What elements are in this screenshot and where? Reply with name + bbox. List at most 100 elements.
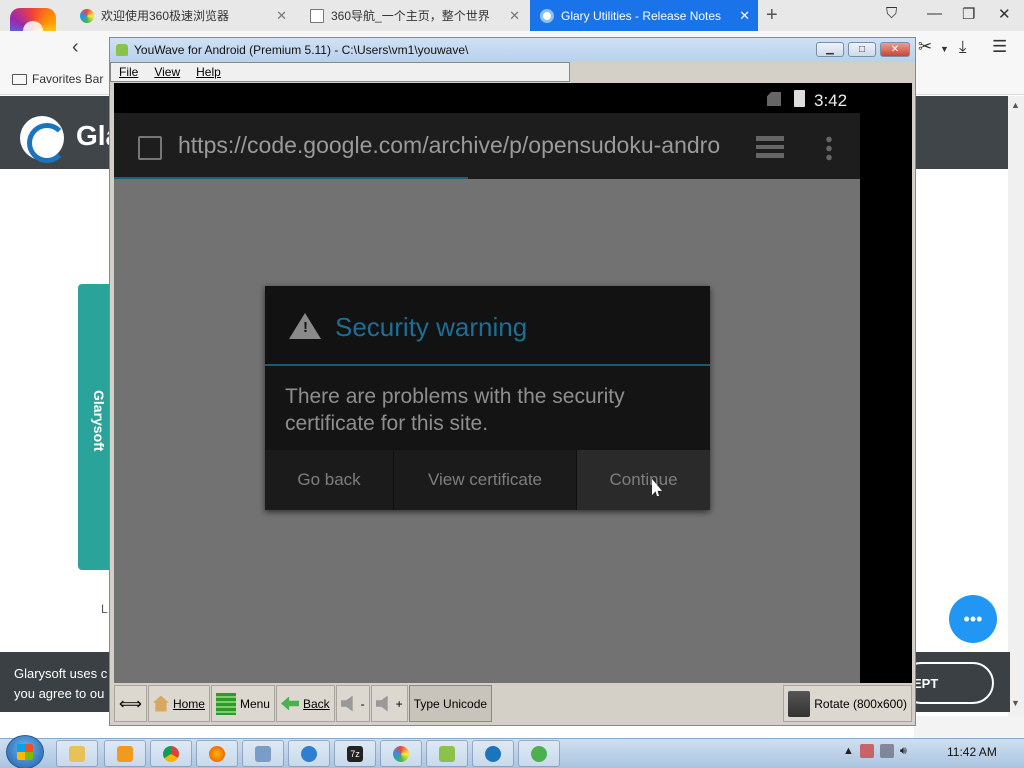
menu-button[interactable]: Menu: [210, 685, 275, 722]
go-back-button[interactable]: Go back: [265, 450, 394, 510]
taskbar-glary[interactable]: [288, 740, 330, 767]
rotate-button[interactable]: Rotate (800x600): [783, 685, 912, 722]
rotate-device-icon: [788, 690, 811, 717]
overflow-menu-icon[interactable]: [826, 135, 832, 161]
7zip-icon: 7z: [347, 745, 363, 762]
page-icon: [310, 8, 324, 23]
browser-tab-title: Glary Utilities - Release Notes: [561, 8, 722, 23]
home-label: Home: [172, 696, 205, 711]
browser-status-bar: [914, 716, 1024, 738]
new-tab-icon[interactable]: +: [766, 4, 778, 27]
close-window-icon[interactable]: ✕: [998, 5, 1011, 23]
volume-down-button[interactable]: -: [335, 685, 370, 722]
close-icon[interactable]: ✕: [509, 8, 520, 24]
360-browser-icon: [393, 745, 409, 762]
tabs-icon[interactable]: [756, 136, 784, 158]
browser-tab-360-nav[interactable]: 360导航_一个主页，整个世界 ✕: [300, 0, 528, 31]
back-label: Back: [302, 696, 330, 711]
security-warning-dialog: ! Security warning There are problems wi…: [265, 286, 710, 510]
taskbar-7zip[interactable]: 7z: [334, 740, 376, 767]
favorites-bar-label: Favorites Bar: [32, 72, 104, 86]
taskbar-360-browser[interactable]: [380, 740, 422, 767]
browser-tab-welcome[interactable]: 欢迎使用360极速浏览器 ✕: [70, 0, 295, 31]
youwave-titlebar[interactable]: YouWave for Android (Premium 5.11) - C:\…: [110, 38, 915, 62]
back-arrow-icon[interactable]: ‹: [72, 36, 79, 59]
taskbar-network[interactable]: [242, 740, 284, 767]
folder-icon: [69, 745, 85, 762]
youwave-toolbar: ⟺ Home Menu Back - + Type Unicode Rotate…: [114, 684, 913, 723]
fit-screen-button[interactable]: ⟺: [114, 685, 147, 722]
windows-logo-icon: [17, 744, 33, 760]
home-button[interactable]: Home: [147, 685, 210, 722]
view-certificate-button[interactable]: View certificate: [394, 450, 577, 510]
menu-help[interactable]: Help: [188, 65, 229, 79]
favorites-bar-folder[interactable]: Favorites Bar: [12, 72, 103, 86]
android-status-bar: [114, 83, 912, 113]
url-field[interactable]: https://code.google.com/archive/p/opensu…: [178, 132, 733, 159]
dialog-button-row: Go back View certificate Continue: [265, 450, 710, 510]
taskbar-firefox[interactable]: [196, 740, 238, 767]
page-security-icon[interactable]: [138, 136, 162, 160]
page-scrollbar[interactable]: [1008, 96, 1024, 716]
screen-margin: [860, 113, 912, 683]
minimize-button[interactable]: ▁: [816, 42, 844, 57]
android-screen[interactable]: 3:42 https://code.google.com/archive/p/o…: [114, 83, 912, 683]
menu-view[interactable]: View: [146, 65, 188, 79]
network-tray-icon[interactable]: [879, 744, 894, 758]
maximize-button[interactable]: □: [848, 42, 876, 57]
horizontal-arrows-icon: ⟺: [119, 695, 142, 713]
volume-up-button[interactable]: +: [370, 685, 408, 722]
rotate-label: Rotate (800x600): [814, 696, 907, 711]
close-icon[interactable]: ✕: [739, 8, 750, 24]
media-player-icon: [117, 745, 133, 762]
browser-favicon-icon: [80, 8, 94, 23]
browser-extension-icon[interactable]: ⛉: [886, 5, 897, 22]
menu-label: Menu: [239, 696, 270, 711]
network-icon: [255, 745, 271, 762]
taskbar-youwave[interactable]: [426, 740, 468, 767]
volume-down-label: -: [360, 696, 365, 711]
play-icon: [531, 745, 547, 762]
restore-icon[interactable]: ❐: [962, 5, 975, 23]
hamburger-menu-icon[interactable]: ☰: [992, 37, 1007, 57]
close-button[interactable]: ✕: [880, 42, 910, 57]
youwave-menubar: File View Help: [110, 62, 570, 82]
show-hidden-icons-icon[interactable]: ▲: [843, 745, 854, 757]
warning-exclamation: !: [303, 319, 308, 336]
browser-tab-glary-release-notes[interactable]: Glary Utilities - Release Notes ✕: [530, 0, 758, 31]
taskbar-chrome[interactable]: [150, 740, 192, 767]
taskbar-glary-2[interactable]: [472, 740, 514, 767]
taskbar-player[interactable]: [518, 740, 560, 767]
taskbar-clock[interactable]: 11:42 AM: [947, 745, 997, 759]
scroll-down-icon[interactable]: ▼: [1011, 698, 1020, 708]
cookie-consent-text: Glarysoft uses c you agree to ou: [14, 664, 114, 704]
download-icon[interactable]: ⤓: [959, 37, 967, 57]
type-unicode-label: Type Unicode: [413, 696, 488, 711]
scissors-icon[interactable]: ✂: [918, 37, 932, 57]
volume-icon: [340, 695, 353, 712]
accept-cookies-label: EPT: [913, 676, 939, 691]
back-button[interactable]: Back: [275, 685, 335, 722]
continue-button[interactable]: Continue: [577, 450, 710, 510]
taskbar-explorer[interactable]: [56, 740, 98, 767]
cookie-text-line: Glarysoft uses c: [14, 666, 108, 681]
volume-up-label: +: [395, 696, 403, 711]
glary-logo-icon[interactable]: [20, 116, 67, 163]
chat-support-icon[interactable]: •••: [949, 595, 997, 643]
browser-tab-title: 欢迎使用360极速浏览器: [101, 9, 230, 23]
close-icon[interactable]: ✕: [276, 8, 287, 24]
volume-tray-icon[interactable]: 🔊︎: [900, 745, 907, 758]
volume-icon: [375, 695, 388, 712]
home-icon: [152, 695, 169, 712]
chevron-down-icon[interactable]: ▼: [940, 44, 949, 54]
action-center-icon[interactable]: [859, 744, 874, 758]
taskbar-media-player[interactable]: [104, 740, 146, 767]
chrome-icon: [163, 745, 179, 762]
type-unicode-button[interactable]: Type Unicode: [408, 685, 493, 722]
scroll-up-icon[interactable]: ▲: [1011, 100, 1020, 110]
back-arrow-icon: [280, 696, 299, 711]
glary-icon: [485, 745, 501, 762]
minimize-icon[interactable]: —: [927, 5, 942, 22]
youwave-window: YouWave for Android (Premium 5.11) - C:\…: [109, 37, 916, 726]
menu-file[interactable]: File: [111, 65, 146, 79]
